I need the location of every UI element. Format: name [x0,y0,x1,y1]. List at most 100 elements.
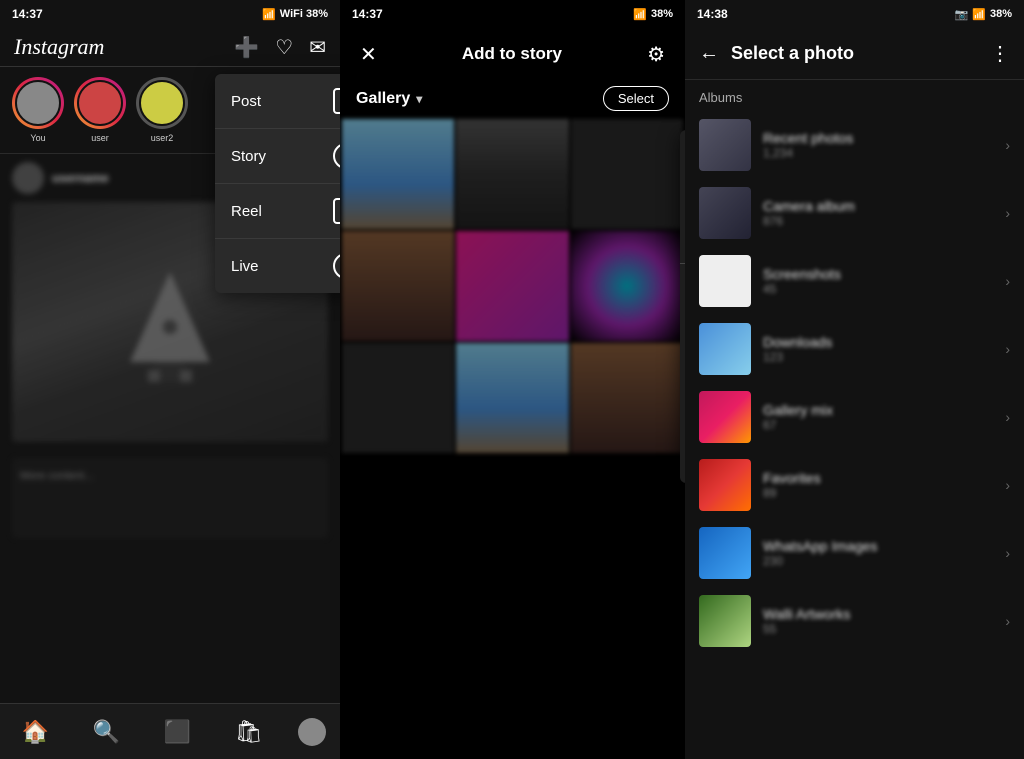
album-thumb-7 [699,527,751,579]
photo-cell-8[interactable] [456,343,568,453]
photo-cell-6[interactable] [571,231,683,341]
gallery-menu-other[interactable]: Other… [680,216,685,259]
album-chevron-2: › [1005,205,1010,221]
gallery-menu-separator [680,263,685,264]
post-type-dropdown: Post ▦ Story ⊕ Reel ▶ Live ◎ [215,74,340,293]
chevron-down-icon: ▾ [416,92,422,106]
avatar-img-1 [15,80,61,126]
photo-cell-7[interactable] [342,343,454,453]
album-count-5: 67 [763,418,993,432]
right-status-bar: 14:38 📷 📶 38% [685,0,1024,28]
album-count-8: 55 [763,622,993,636]
post-icon: ▦ [333,88,340,114]
photo-cell-4[interactable] [342,231,454,341]
album-item-2[interactable]: Camera album 876 › [685,179,1024,247]
photo-grid [340,117,685,455]
album-info-8: Walli Artworks 55 [763,606,993,636]
dropdown-label-story: Story [231,148,266,165]
photo-cell-9[interactable] [571,343,683,453]
albums-section-label: Albums [685,80,1024,111]
back-button[interactable]: ← [699,42,719,65]
right-header: ← Select a photo ⋮ [685,28,1024,80]
gallery-menu-whatsapp[interactable]: WhatsApp Images [680,440,685,483]
gallery-toolbar: Gallery ▾ Select [340,80,685,117]
album-name-6: Favorites [763,470,993,486]
left-time: 14:37 [12,7,43,21]
gallery-menu-photos[interactable]: Photos [680,173,685,216]
select-button[interactable]: Select [603,86,669,111]
album-item-8[interactable]: Walli Artworks 55 › [685,587,1024,655]
dropdown-label-reel: Reel [231,203,262,220]
photo-cell-5[interactable] [456,231,568,341]
left-status-icons: 📶 WiFi 38% [262,8,328,21]
nav-profile[interactable] [298,718,326,746]
album-item-4[interactable]: Downloads 123 › [685,315,1024,383]
album-thumb-1 [699,119,751,171]
gallery-dropdown-label: Gallery [356,90,410,108]
heart-icon[interactable]: ♡ [275,35,293,60]
close-button[interactable]: ✕ [356,38,381,71]
settings-button[interactable]: ⚙ [643,38,669,71]
right-status-icons: 📷 📶 38% [955,8,1012,21]
story-icon: ⊕ [333,143,340,169]
dropdown-item-story[interactable]: Story ⊕ [215,129,340,184]
album-name-4: Downloads [763,334,993,350]
photo-cell-1[interactable] [342,119,454,229]
reel-icon: ▶ [333,198,340,224]
album-name-8: Walli Artworks [763,606,993,622]
gallery-menu-screenshots[interactable]: Screenshots [680,354,685,397]
nav-home[interactable]: 🏠 [14,711,57,753]
album-thumb-5 [699,391,751,443]
album-chevron-6: › [1005,477,1010,493]
album-thumb-2 [699,187,751,239]
messenger-icon[interactable]: ✉ [309,35,326,60]
gallery-menu-camera[interactable]: Camera [680,311,685,354]
left-panel: 14:37 📶 WiFi 38% Instagram ➕ ♡ ✉ You use… [0,0,340,759]
dropdown-label-post: Post [231,93,261,110]
feed-illustration [120,262,220,382]
photo-cell-3[interactable] [571,119,683,229]
avatar-img-2 [77,80,123,126]
select-photo-title: Select a photo [731,43,978,64]
add-icon[interactable]: ➕ [234,35,259,60]
story-avatar-1[interactable]: You [12,77,64,143]
album-item-6[interactable]: Favorites 89 › [685,451,1024,519]
album-thumb-6 [699,459,751,511]
dropdown-item-reel[interactable]: Reel ▶ [215,184,340,239]
gallery-dropdown-button[interactable]: Gallery ▾ [356,90,422,108]
album-item-1[interactable]: Recent photos 1,234 › [685,111,1024,179]
album-thumb-4 [699,323,751,375]
album-chevron-1: › [1005,137,1010,153]
nav-search[interactable]: 🔍 [85,711,128,753]
middle-status-icons: 📶 38% [633,8,673,21]
album-name-3: Screenshots [763,266,993,282]
live-icon: ◎ [333,253,340,279]
left-status-bar: 14:37 📶 WiFi 38% [0,0,340,28]
middle-header: ✕ Add to story ⚙ [340,28,685,80]
album-item-7[interactable]: WhatsApp Images 230 › [685,519,1024,587]
photo-cell-2[interactable] [456,119,568,229]
album-item-5[interactable]: Gallery mix 67 › [685,383,1024,451]
dropdown-item-live[interactable]: Live ◎ [215,239,340,293]
story-avatar-3[interactable]: user2 [136,77,188,143]
album-chevron-3: › [1005,273,1010,289]
gallery-menu-gallery[interactable]: Gallery [680,130,685,173]
right-time: 14:38 [697,7,728,21]
nav-reels[interactable]: ⬛ [156,711,199,753]
avatar-img-3 [139,80,185,126]
story-avatar-2[interactable]: user [74,77,126,143]
album-info-5: Gallery mix 67 [763,402,993,432]
nav-shop[interactable]: 🛍 [227,711,271,753]
ig-header-icons: ➕ ♡ ✉ [234,35,326,60]
more-options-button[interactable]: ⋮ [990,41,1010,66]
story-label-3: user2 [151,133,174,143]
gallery-dropdown-menu: Gallery Photos Other… Other albums Camer… [680,130,685,483]
story-ring-1 [12,77,64,129]
album-chevron-7: › [1005,545,1010,561]
album-list: Recent photos 1,234 › Camera album 876 ›… [685,111,1024,655]
gallery-menu-walli[interactable]: Walli Artworks [680,397,685,440]
album-item-3[interactable]: Screenshots 45 › [685,247,1024,315]
album-info-3: Screenshots 45 [763,266,993,296]
gallery-menu-other-albums: Other albums [680,268,685,311]
dropdown-item-post[interactable]: Post ▦ [215,74,340,129]
